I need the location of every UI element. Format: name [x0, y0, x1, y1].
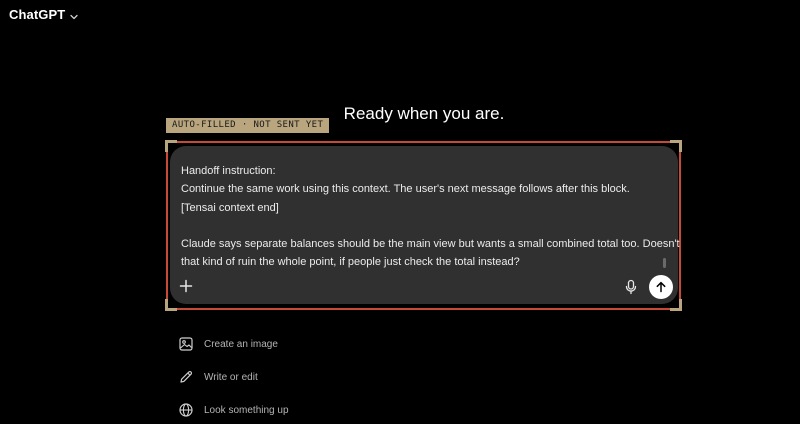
message-line: Handoff instruction: [181, 165, 276, 177]
app-window: ChatGPT Ready when you are. AUTO-FILLED … [0, 0, 800, 424]
message-line [181, 217, 661, 235]
message-line: that kind of ruin the whole point, if pe… [181, 256, 520, 269]
send-button[interactable] [649, 275, 673, 299]
frame-corner [165, 299, 177, 311]
model-selector[interactable]: ChatGPT [9, 5, 79, 23]
globe-icon [178, 402, 194, 418]
autofill-status-badge: AUTO-FILLED · NOT SENT YET [166, 118, 330, 133]
app-title: ChatGPT [9, 6, 66, 22]
message-input[interactable]: Handoff instruction: Continue the same w… [181, 162, 680, 271]
image-icon [178, 336, 194, 352]
composer-scrollbar[interactable] [663, 258, 666, 268]
suggestion-create-image[interactable]: Create an image [178, 335, 278, 353]
page-heading: Ready when you are. [343, 104, 505, 123]
message-line: Claude says separate balances should be … [181, 237, 680, 250]
message-composer: Handoff instruction: Continue the same w… [170, 146, 680, 304]
add-attachment-button[interactable] [178, 278, 194, 294]
message-line: Continue the same work using this contex… [181, 183, 630, 196]
suggestion-label: Create an image [204, 338, 278, 350]
plus-icon [179, 279, 193, 293]
suggestion-write-edit[interactable]: Write or edit [178, 368, 258, 386]
chevron-down-icon [69, 9, 79, 20]
suggestion-look-up[interactable]: Look something up [178, 401, 289, 419]
arrow-up-icon [656, 281, 666, 293]
suggestion-label: Write or edit [204, 371, 258, 383]
suggestion-label: Look something up [204, 404, 289, 416]
frame-corner [670, 299, 682, 311]
microphone-icon [625, 279, 637, 295]
message-line: [Tensai context end] [181, 201, 279, 214]
dictate-button[interactable] [624, 279, 638, 295]
pencil-icon [178, 369, 194, 385]
